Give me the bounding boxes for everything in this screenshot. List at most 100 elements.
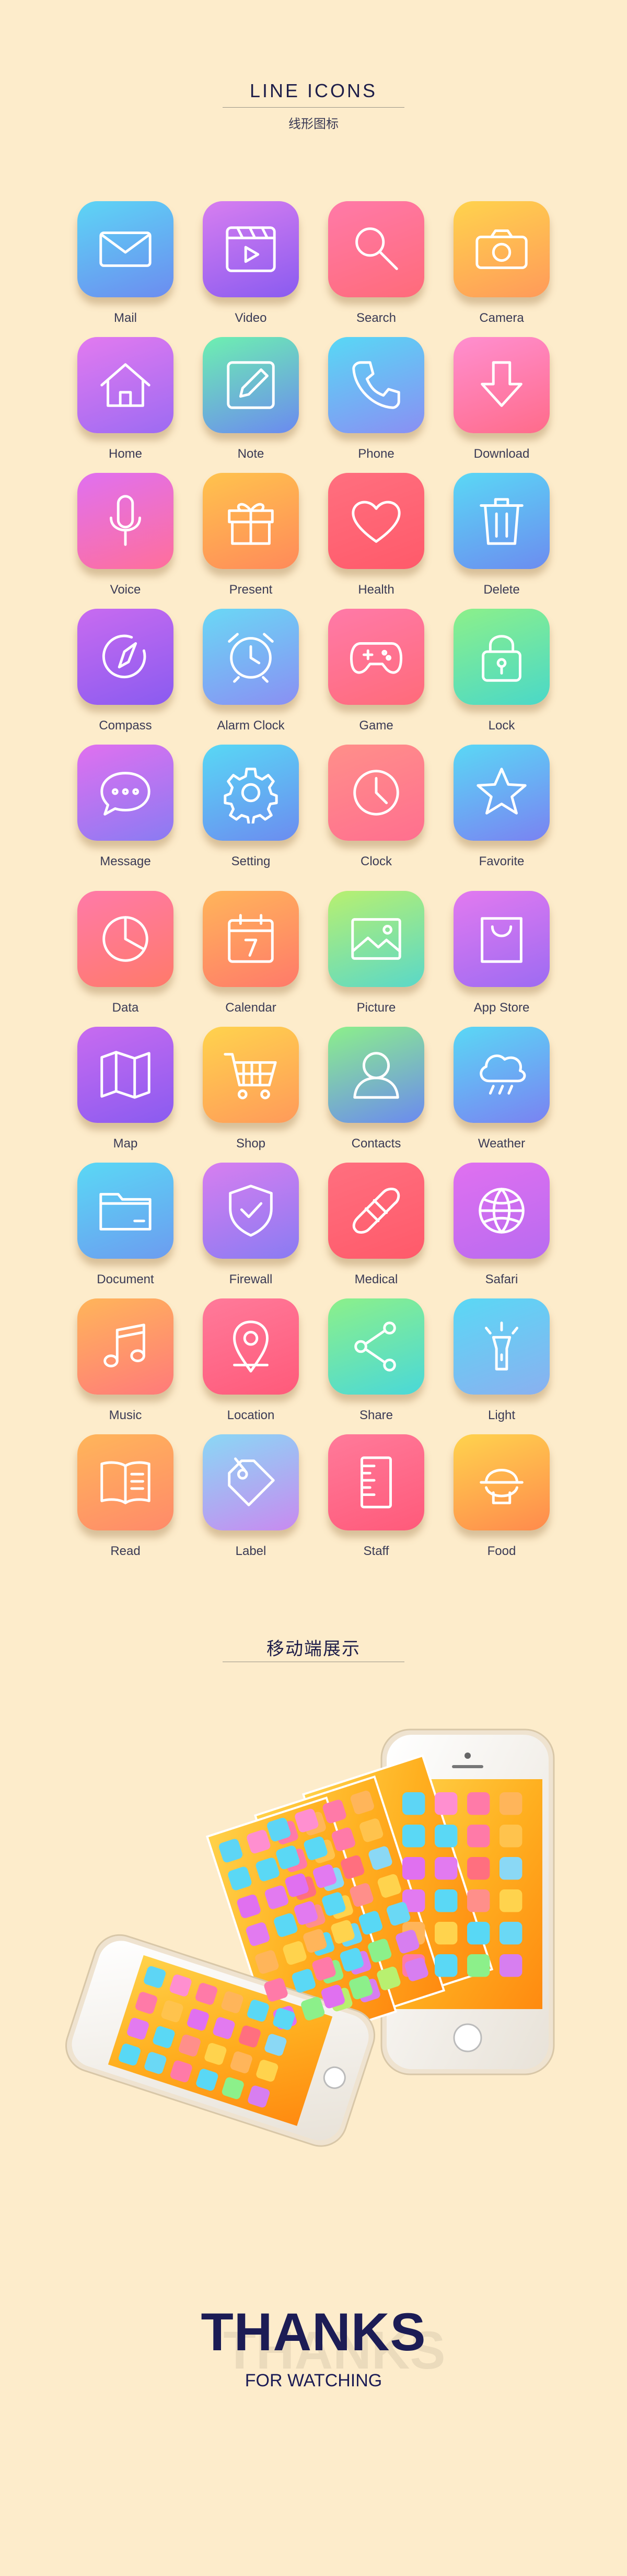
setting-icon [203, 745, 299, 841]
mini-app-icon [435, 1825, 458, 1848]
weather-icon [454, 1027, 550, 1123]
clock-icon [328, 745, 424, 841]
icon-label: Label [235, 1544, 266, 1558]
icon-tile-health[interactable]: Health [325, 473, 429, 604]
health-icon [328, 473, 424, 569]
mini-app-icon [435, 1954, 458, 1977]
icon-tile-video[interactable]: Video [200, 201, 304, 332]
music-icon [77, 1298, 173, 1395]
map-icon [77, 1027, 173, 1123]
icon-label: Download [473, 447, 530, 461]
icon-tile-mail[interactable]: Mail [74, 201, 179, 332]
thanks-subtitle: FOR WATCHING [245, 2371, 382, 2391]
icon-tile-light[interactable]: Light [450, 1298, 555, 1429]
mobile-section-title: 移动端展示 [266, 1639, 361, 1659]
icon-label: Music [109, 1408, 142, 1422]
mini-app-icon [467, 1954, 490, 1977]
compass-icon [77, 609, 173, 705]
label-icon [203, 1434, 299, 1530]
data-icon [77, 891, 173, 987]
icon-tile-clock[interactable]: Clock [325, 745, 429, 875]
phone-showcase [0, 1698, 627, 2168]
icon-tile-setting[interactable]: Setting [200, 745, 304, 875]
title-divider [223, 107, 404, 108]
icon-label: Phone [358, 447, 394, 461]
light-icon [454, 1298, 550, 1395]
icon-label: Note [237, 447, 264, 461]
icon-label: Staff [363, 1544, 389, 1558]
icon-label: Delete [483, 583, 520, 597]
icon-tile-compass[interactable]: Compass [74, 609, 179, 739]
mail-icon [77, 201, 173, 297]
icon-tile-shop[interactable]: Shop [200, 1027, 304, 1157]
icon-tile-lock[interactable]: Lock [450, 609, 555, 739]
contacts-icon [328, 1027, 424, 1123]
icon-tile-contacts[interactable]: Contacts [325, 1027, 429, 1157]
picture-icon [328, 891, 424, 987]
icon-tile-present[interactable]: Present [200, 473, 304, 604]
icon-tile-phone[interactable]: Phone [325, 337, 429, 468]
shop-icon [203, 1027, 299, 1123]
icon-tile-staff[interactable]: Staff [325, 1434, 429, 1565]
icon-label: Present [229, 583, 273, 597]
icon-tile-medical[interactable]: Medical [325, 1163, 429, 1293]
document-icon [77, 1163, 173, 1259]
icon-tile-alarm-clock[interactable]: Alarm Clock [200, 609, 304, 739]
icon-tile-favorite[interactable]: Favorite [450, 745, 555, 875]
mini-app-icon [467, 1922, 490, 1945]
video-icon [203, 201, 299, 297]
message-icon [77, 745, 173, 841]
icon-tile-camera[interactable]: Camera [450, 201, 555, 332]
icon-tile-map[interactable]: Map [74, 1027, 179, 1157]
icon-tile-safari[interactable]: Safari [450, 1163, 555, 1293]
mini-app-icon [500, 1922, 522, 1945]
mini-app-icon [500, 1954, 522, 1977]
icon-tile-data[interactable]: Data [74, 891, 179, 1022]
icon-label: Map [113, 1136, 138, 1151]
icon-tile-message[interactable]: Message [74, 745, 179, 875]
icon-tile-home[interactable]: Home [74, 337, 179, 468]
medical-icon [328, 1163, 424, 1259]
icon-label: Home [108, 447, 143, 461]
icon-tile-app-store[interactable]: App Store [450, 891, 555, 1022]
calendar-icon [203, 891, 299, 987]
icon-tile-food[interactable]: Food [450, 1434, 555, 1565]
icon-label: Clock [360, 854, 392, 868]
mini-app-icon [435, 1857, 458, 1880]
icon-label: Light [487, 1408, 516, 1422]
mini-app-icon [435, 1922, 458, 1945]
icon-label: Contacts [351, 1136, 401, 1151]
icon-tile-weather[interactable]: Weather [450, 1027, 555, 1157]
read-icon [77, 1434, 173, 1530]
icon-label: Document [97, 1272, 154, 1286]
icon-tile-picture[interactable]: Picture [325, 891, 429, 1022]
icon-tile-voice[interactable]: Voice [74, 473, 179, 604]
icon-tile-location[interactable]: Location [200, 1298, 304, 1429]
lock-icon [454, 609, 550, 705]
icon-tile-label[interactable]: Label [200, 1434, 304, 1565]
icon-label: Data [112, 1001, 139, 1015]
food-icon [454, 1434, 550, 1530]
icon-label: Location [227, 1408, 275, 1422]
icon-tile-delete[interactable]: Delete [450, 473, 555, 604]
icon-label: Share [359, 1408, 393, 1422]
icon-label: Medical [354, 1272, 398, 1286]
icon-tile-game[interactable]: Game [325, 609, 429, 739]
mini-app-icon [402, 1792, 425, 1815]
icon-tile-firewall[interactable]: Firewall [200, 1163, 304, 1293]
icon-tile-note[interactable]: Note [200, 337, 304, 468]
icon-label: Health [358, 583, 394, 597]
icon-tile-share[interactable]: Share [325, 1298, 429, 1429]
icon-tile-read[interactable]: Read [74, 1434, 179, 1565]
icon-tile-calendar[interactable]: Calendar [200, 891, 304, 1022]
icon-tile-music[interactable]: Music [74, 1298, 179, 1429]
present-icon [203, 473, 299, 569]
safari-icon [454, 1163, 550, 1259]
icon-tile-search[interactable]: Search [325, 201, 429, 332]
mini-app-icon [467, 1857, 490, 1880]
alarm-clock-icon [203, 609, 299, 705]
mini-app-icon [402, 1825, 425, 1848]
icon-tile-document[interactable]: Document [74, 1163, 179, 1293]
game-icon [328, 609, 424, 705]
icon-tile-download[interactable]: Download [450, 337, 555, 468]
